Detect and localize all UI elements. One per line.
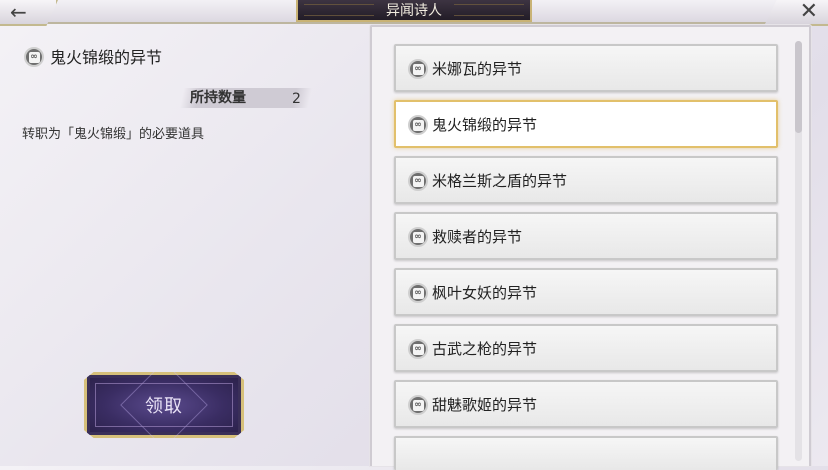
list-item-label: 甜魅歌姬的异节 bbox=[432, 396, 538, 414]
list-item-partial[interactable] bbox=[394, 436, 778, 470]
list-scrollbar[interactable] bbox=[795, 41, 802, 461]
item-list-panel: ∞ 米娜瓦的异节 ∞ 鬼火锦缎的异节 ∞ 米格兰斯之盾的异节 ∞ 救赎者的异节 … bbox=[370, 25, 811, 470]
quantity-label: 所持数量 bbox=[190, 90, 246, 106]
title-ornament-right bbox=[454, 4, 524, 16]
list-item[interactable]: ∞ 枫叶女妖的异节 bbox=[394, 268, 778, 316]
left-arrow-icon: ← bbox=[10, 0, 27, 24]
item-scroll-icon: ∞ bbox=[24, 47, 44, 67]
page-title: 异闻诗人 bbox=[386, 3, 442, 19]
close-icon: ✕ bbox=[799, 0, 818, 24]
title-plate: 异闻诗人 bbox=[296, 0, 532, 22]
list-item-label: 鬼火锦缎的异节 bbox=[432, 116, 538, 134]
list-item[interactable]: ∞ 米格兰斯之盾的异节 bbox=[394, 156, 778, 204]
item-scroll-icon: ∞ bbox=[408, 115, 428, 135]
list-item-label: 救赎者的异节 bbox=[432, 228, 523, 246]
scrollbar-thumb[interactable] bbox=[795, 41, 802, 133]
list-item-label: 枫叶女妖的异节 bbox=[432, 284, 538, 302]
item-scroll-icon: ∞ bbox=[408, 283, 428, 303]
title-ornament-left bbox=[304, 4, 374, 16]
item-name: 鬼火锦缎的异节 bbox=[50, 48, 163, 67]
item-scroll-icon: ∞ bbox=[408, 339, 428, 359]
list-item-label: 米格兰斯之盾的异节 bbox=[432, 172, 568, 190]
list-item-label: 古武之枪的异节 bbox=[432, 340, 538, 358]
item-scroll-icon: ∞ bbox=[408, 171, 428, 191]
item-scroll-icon: ∞ bbox=[408, 227, 428, 247]
list-item[interactable]: ∞ 米娜瓦的异节 bbox=[394, 44, 778, 92]
item-description: 转职为「鬼火锦缎」的必要道具 bbox=[22, 127, 205, 142]
list-item-label: 米娜瓦的异节 bbox=[432, 60, 523, 78]
list-item[interactable]: ∞ 救赎者的异节 bbox=[394, 212, 778, 260]
list-item[interactable]: ∞ 甜魅歌姬的异节 bbox=[394, 380, 778, 428]
list-item-selected[interactable]: ∞ 鬼火锦缎的异节 bbox=[394, 100, 778, 148]
quantity-value: 2 bbox=[292, 91, 301, 107]
item-scroll-icon: ∞ bbox=[408, 59, 428, 79]
item-scroll-icon: ∞ bbox=[408, 395, 428, 415]
claim-button[interactable]: 领取 bbox=[84, 372, 244, 438]
list-item[interactable]: ∞ 古武之枪的异节 bbox=[394, 324, 778, 372]
claim-button-label: 领取 bbox=[145, 396, 183, 417]
